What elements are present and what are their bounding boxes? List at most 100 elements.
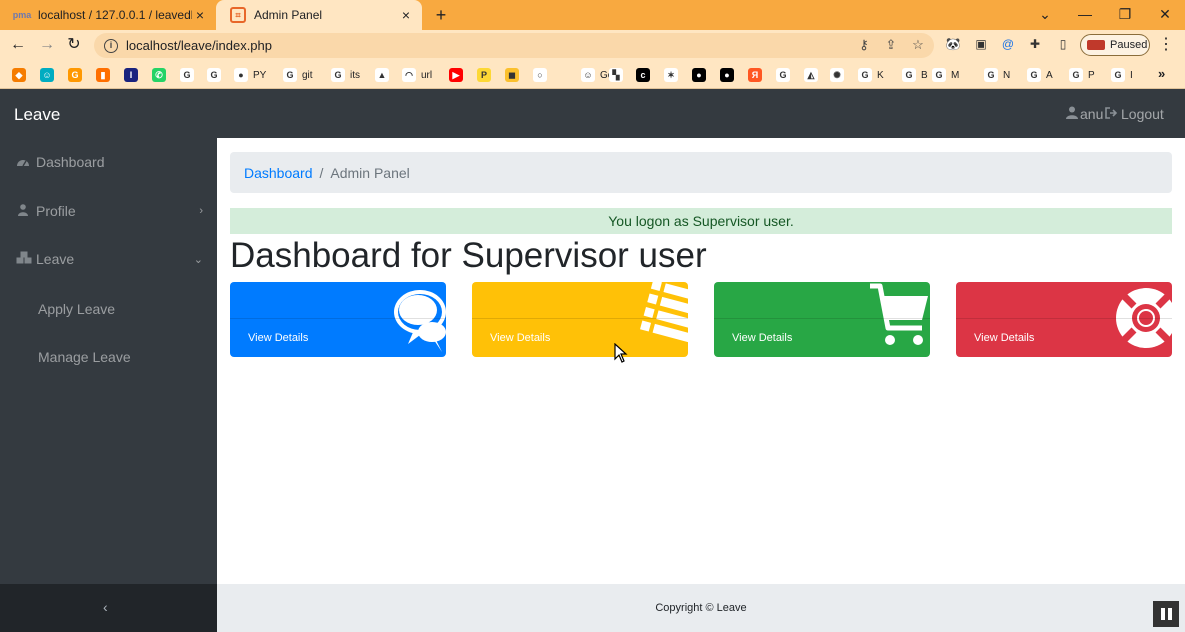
bookmark-label: PY (253, 69, 267, 81)
close-tab-icon[interactable]: × (192, 7, 208, 23)
bookmark-icon: G (68, 68, 82, 82)
bookmark-item[interactable]: ✆ (152, 66, 166, 84)
user-name: anu (1080, 106, 1104, 122)
extension-icon[interactable]: ▣ (972, 35, 990, 53)
bookmark-item[interactable]: GK (858, 66, 884, 84)
bookmark-item[interactable]: ◆ (12, 66, 26, 84)
forward-arrow-icon[interactable]: → (35, 33, 59, 57)
back-arrow-icon[interactable]: ← (6, 33, 30, 57)
bookmark-item[interactable]: Gits (331, 66, 360, 84)
bookmark-item[interactable]: ▚ (609, 66, 623, 84)
bookmark-item[interactable]: ● (692, 66, 706, 84)
bookmark-item[interactable]: GP (1069, 66, 1095, 84)
star-icon[interactable]: ☆ (909, 36, 927, 54)
card-yellow: View Details (472, 282, 688, 357)
close-tab-icon[interactable]: × (398, 7, 414, 23)
bookmark-item[interactable]: I (124, 66, 138, 84)
tab-admin-panel[interactable]: ⌗ Admin Panel × (216, 0, 422, 30)
bookmark-item[interactable]: GA (1027, 66, 1053, 84)
site-info-icon[interactable]: i (104, 38, 118, 53)
bookmark-item[interactable]: ◭ (804, 66, 818, 84)
bookmark-item[interactable]: ◠ url (402, 66, 432, 84)
profile-paused-button[interactable]: Paused (1080, 34, 1150, 56)
tab-phpmyadmin[interactable]: pma localhost / 127.0.0.1 / leavedb / t … (0, 0, 216, 30)
bookmark-icon: ○ (533, 68, 547, 82)
panda-extension-icon[interactable]: 🐼 (944, 35, 962, 53)
restore-button[interactable]: ❐ (1105, 0, 1145, 30)
reload-icon[interactable]: ↻ (62, 33, 86, 57)
bookmark-label: its (350, 69, 360, 81)
bookmark-icon: ● (692, 68, 706, 82)
bookmark-item[interactable]: ✺ (830, 66, 844, 84)
card-view-details-link[interactable]: View Details (248, 332, 308, 344)
at-extension-icon[interactable]: @ (999, 35, 1017, 53)
card-view-details-link[interactable]: View Details (490, 332, 550, 344)
bookmark-label: M (951, 69, 960, 81)
bookmark-item[interactable]: ○ (533, 66, 547, 84)
sidebar-item-profile[interactable]: Profile › (0, 187, 217, 235)
sidebar-item-dashboard[interactable]: Dashboard (0, 138, 217, 186)
bookmark-item[interactable]: G (180, 66, 194, 84)
bookmark-item[interactable]: G (776, 66, 790, 84)
bookmark-item[interactable]: ▮ (96, 66, 110, 84)
user-link[interactable]: anu (1066, 106, 1103, 122)
chevron-right-icon: › (199, 205, 203, 217)
sidebar-item-leave[interactable]: Leave ⌄ (0, 235, 217, 283)
tab-title: localhost / 127.0.0.1 / leavedb / t (38, 8, 192, 22)
bookmark-label: P (1088, 69, 1095, 81)
bookmark-item[interactable]: G (68, 66, 82, 84)
cubes-icon (16, 251, 32, 267)
bookmark-item[interactable]: ▲ (375, 66, 389, 84)
sidebar-subitem-apply-leave[interactable]: Apply Leave (38, 301, 115, 317)
shopping-cart-icon (870, 283, 928, 345)
bookmark-item[interactable]: ▶ (449, 66, 463, 84)
bookmark-item[interactable]: ◼ (505, 66, 519, 84)
sidebar-item-label: Profile (36, 203, 76, 219)
url-input[interactable] (126, 38, 826, 53)
mouse-pointer-icon (614, 343, 628, 363)
sidebar-subitem-manage-leave[interactable]: Manage Leave (38, 349, 131, 365)
puzzle-extensions-icon[interactable]: ✚ (1026, 35, 1044, 53)
pause-icon[interactable] (1153, 601, 1179, 627)
bookmark-item[interactable]: c (636, 66, 650, 84)
side-panel-icon[interactable]: ▯ (1054, 35, 1072, 53)
bookmark-item[interactable]: GI (1111, 66, 1133, 84)
breadcrumb-dashboard-link[interactable]: Dashboard (244, 165, 313, 181)
card-divider (956, 318, 1172, 319)
bookmark-icon: ● (720, 68, 734, 82)
profile-status: Paused (1110, 39, 1148, 51)
bookmark-item[interactable]: ● PY (234, 66, 266, 84)
key-icon[interactable]: ⚷ (855, 36, 873, 54)
card-view-details-link[interactable]: View Details (732, 332, 792, 344)
minimize-button[interactable]: — (1065, 0, 1105, 30)
bookmark-item[interactable]: GN (984, 66, 1010, 84)
bookmark-item[interactable]: P (477, 66, 491, 84)
new-tab-button[interactable]: + (430, 4, 452, 26)
sidebar-toggle-icon[interactable]: ‹ (103, 599, 108, 615)
browser-menu-icon[interactable]: ⋮ (1158, 35, 1174, 55)
address-bar[interactable]: i (94, 33, 934, 58)
bookmark-item[interactable]: ☺ (40, 66, 54, 84)
bookmark-item[interactable]: ● (720, 66, 734, 84)
dashboard-icon (16, 155, 30, 170)
bookmark-item[interactable]: Я (748, 66, 762, 84)
bookmark-item[interactable]: ✶ (664, 66, 678, 84)
brand-link[interactable]: Leave (14, 105, 60, 125)
tab-search-button[interactable]: ⌄ (1025, 0, 1065, 30)
card-view-details-link[interactable]: View Details (974, 332, 1034, 344)
bookmarks-more-icon[interactable]: » (1158, 66, 1165, 81)
chevron-down-icon: ⌄ (193, 253, 203, 266)
bookmark-icon: ◆ (12, 68, 26, 82)
bookmark-item[interactable]: G (207, 66, 221, 84)
tab-title: Admin Panel (254, 8, 323, 22)
close-window-button[interactable]: ✕ (1145, 0, 1185, 30)
logout-link[interactable]: Logout (1105, 106, 1164, 122)
bookmark-icon: G (1027, 68, 1041, 82)
bookmark-icon: G (331, 68, 345, 82)
bookmark-item[interactable]: GB (902, 66, 928, 84)
bookmark-icon: G (984, 68, 998, 82)
share-icon[interactable]: ⇪ (882, 36, 900, 54)
bookmark-label: I (1130, 69, 1133, 81)
bookmark-item[interactable]: Ggit (283, 66, 313, 84)
bookmark-item[interactable]: GM (932, 66, 959, 84)
